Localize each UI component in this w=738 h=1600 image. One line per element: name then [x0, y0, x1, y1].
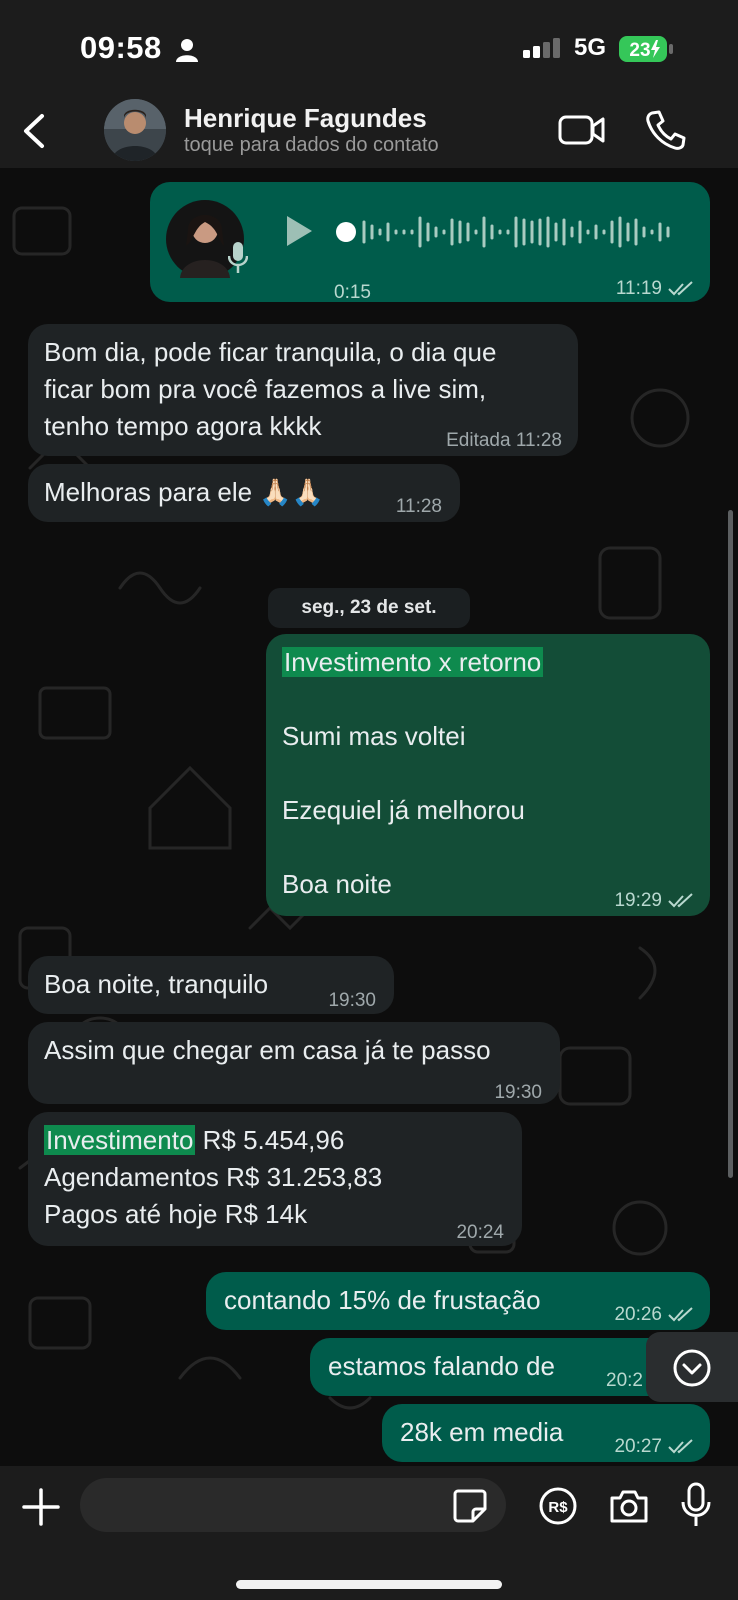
- composer-bar: R$: [0, 1466, 738, 1600]
- video-icon[interactable]: [558, 110, 606, 150]
- chat-area[interactable]: 0:15 11:19 Bom dia, pode ficar tranquila…: [0, 168, 738, 1466]
- incoming-message[interactable]: Boa noite, tranquilo 19:30: [28, 956, 394, 1014]
- svg-text:R$: R$: [548, 1499, 568, 1516]
- message-time: Editada 11:28: [446, 430, 562, 451]
- incoming-message[interactable]: Bom dia, pode ficar tranquila, o dia que…: [28, 324, 578, 456]
- contact-avatar[interactable]: [104, 99, 166, 161]
- contact-name[interactable]: Henrique Fagundes: [184, 103, 427, 134]
- message-time: 19:30: [328, 990, 376, 1011]
- sticker-icon[interactable]: [452, 1488, 488, 1524]
- highlighted-text: Investimento x retorno: [282, 647, 544, 677]
- audio-waveform[interactable]: [336, 212, 676, 252]
- status-time: 09:58: [80, 30, 162, 65]
- plus-icon[interactable]: [20, 1486, 62, 1528]
- message-time: 19:29: [614, 882, 694, 919]
- incoming-message[interactable]: Investimento R$ 5.454,96 Agendamentos R$…: [28, 1112, 522, 1246]
- read-ticks-icon: [668, 1439, 693, 1454]
- message-time: 20:27: [614, 1428, 694, 1465]
- camera-icon[interactable]: [608, 1486, 650, 1526]
- message-text: Agendamentos R$ 31.253,83: [44, 1162, 383, 1192]
- play-icon[interactable]: [284, 214, 314, 248]
- date-separator: seg., 23 de set.: [268, 588, 470, 628]
- message-input[interactable]: [80, 1478, 506, 1532]
- message-time: 20:24: [456, 1222, 504, 1243]
- outgoing-message[interactable]: contando 15% de frustação 20:26: [206, 1272, 710, 1330]
- pix-icon[interactable]: R$: [538, 1486, 578, 1526]
- message-time: 19:30: [494, 1082, 542, 1103]
- audio-message[interactable]: 0:15 11:19: [150, 182, 710, 303]
- signal-icon: [523, 38, 560, 58]
- message-time: 20:26: [614, 1296, 694, 1333]
- message-text: ficar bom pra você fazemos a live sim,: [44, 374, 487, 404]
- message-text: Melhoras para ele 🙏🏻🙏🏻: [44, 477, 325, 507]
- scroll-to-bottom-button[interactable]: [646, 1332, 738, 1402]
- phone-icon[interactable]: [644, 108, 688, 152]
- mic-icon: [228, 242, 248, 273]
- chat-header: Henrique Fagundes toque para dados do co…: [0, 96, 738, 168]
- incoming-message[interactable]: Melhoras para ele 🙏🏻🙏🏻 11:28: [28, 464, 460, 522]
- battery-level: 23: [629, 40, 650, 61]
- read-ticks-icon: [668, 893, 693, 908]
- incoming-message[interactable]: Assim que chegar em casa já te passo 19:…: [28, 1022, 560, 1104]
- message-text: Assim que chegar em casa já te passo: [44, 1035, 491, 1065]
- message-text: Pagos até hoje R$ 14k: [44, 1199, 308, 1229]
- whatsapp-chat-screen: 09:58 5G 23 Henrique Fagundes toque para…: [0, 0, 738, 1600]
- network-type: 5G: [574, 34, 607, 61]
- outgoing-message[interactable]: Investimento x retorno Sumi mas voltei E…: [266, 634, 710, 916]
- contact-subtitle[interactable]: toque para dados do contato: [184, 134, 439, 157]
- message-text: R$ 5.454,96: [195, 1125, 345, 1155]
- audio-duration: 0:15: [334, 282, 371, 303]
- home-indicator[interactable]: [236, 1580, 502, 1589]
- highlighted-text: Investimento: [44, 1125, 196, 1155]
- chevron-down-icon: [673, 1349, 711, 1387]
- chat-scrollbar[interactable]: [728, 510, 733, 1178]
- mic-icon[interactable]: [680, 1482, 712, 1528]
- read-ticks-icon: [668, 1307, 693, 1322]
- battery-icon: 23: [619, 36, 673, 62]
- person-icon: [176, 39, 198, 62]
- back-icon[interactable]: [14, 108, 54, 154]
- status-bar: 09:58 5G 23: [0, 0, 738, 96]
- message-time: 11:28: [395, 496, 442, 517]
- outgoing-message[interactable]: 28k em media 20:27: [382, 1404, 710, 1462]
- message-text: Sumi mas voltei: [282, 721, 466, 751]
- message-time: 11:19: [616, 270, 694, 307]
- message-line: Investimento R$ 5.454,96: [44, 1122, 506, 1159]
- read-ticks-icon: [668, 281, 693, 296]
- message-text: Bom dia, pode ficar tranquila, o dia que: [44, 337, 497, 367]
- message-text: Ezequiel já melhorou: [282, 795, 525, 825]
- message-time: 20:2: [606, 1370, 643, 1391]
- message-line: Investimento x retorno: [282, 644, 694, 681]
